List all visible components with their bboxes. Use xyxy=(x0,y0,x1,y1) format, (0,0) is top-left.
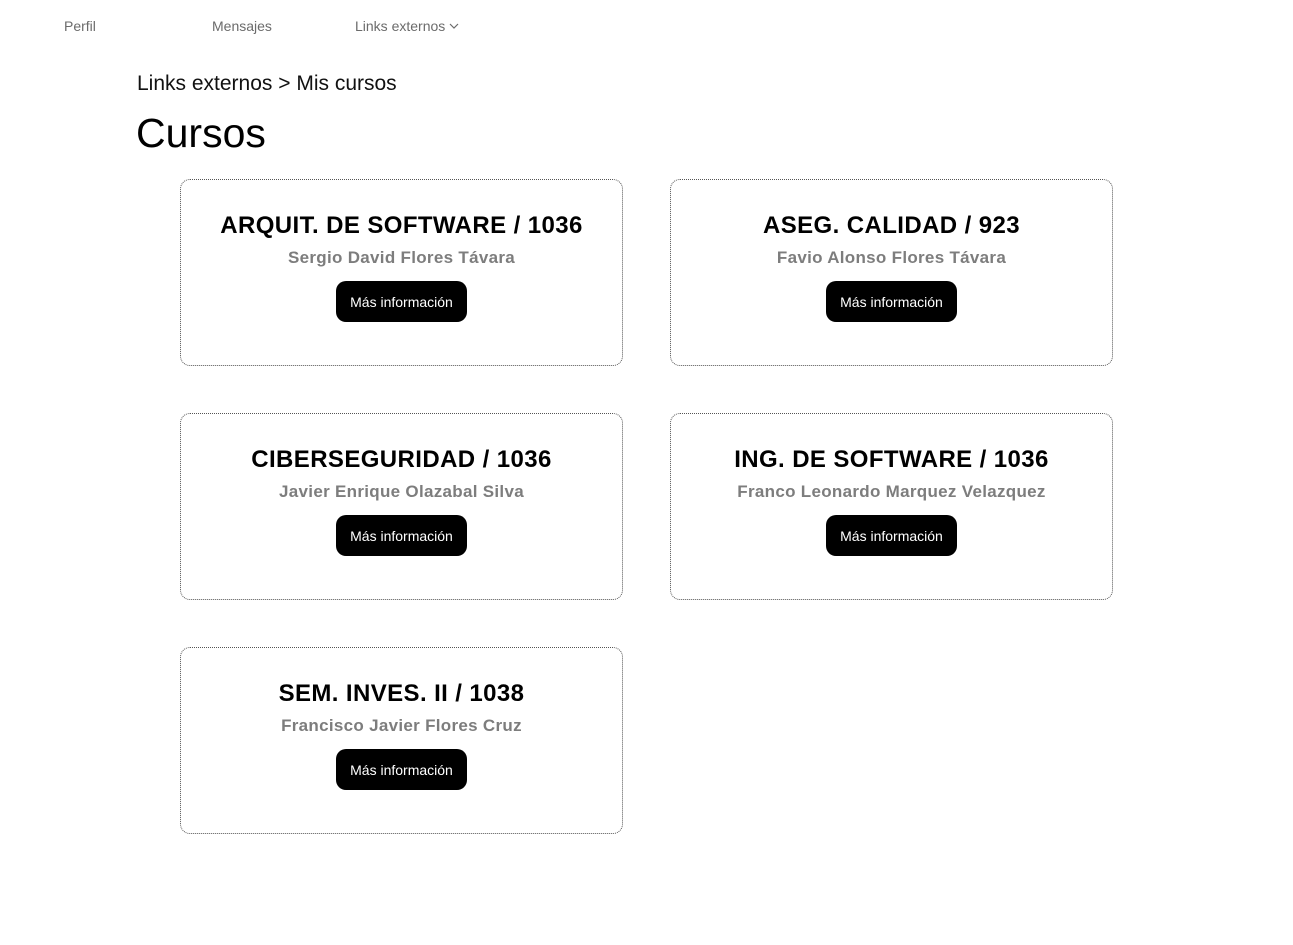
page-title: Cursos xyxy=(136,110,266,156)
course-card: SEM. INVES. II / 1038 Francisco Javier F… xyxy=(180,647,623,834)
breadcrumb: Links externos > Mis cursos xyxy=(137,72,397,95)
more-info-button[interactable]: Más información xyxy=(336,281,467,322)
more-info-button[interactable]: Más información xyxy=(336,749,467,790)
nav-mensajes-link[interactable]: Mensajes xyxy=(212,18,272,34)
course-title: ARQUIT. DE SOFTWARE / 1036 xyxy=(220,212,583,239)
course-title: ING. DE SOFTWARE / 1036 xyxy=(734,446,1049,473)
more-info-button[interactable]: Más información xyxy=(826,515,957,556)
course-card: ING. DE SOFTWARE / 1036 Franco Leonardo … xyxy=(670,413,1113,600)
course-card: ASEG. CALIDAD / 923 Favio Alonso Flores … xyxy=(670,179,1113,366)
course-title: SEM. INVES. II / 1038 xyxy=(278,680,525,707)
course-card: CIBERSEGURIDAD / 1036 Javier Enrique Ola… xyxy=(180,413,623,600)
course-card: ARQUIT. DE SOFTWARE / 1036 Sergio David … xyxy=(180,179,623,366)
courses-grid: ARQUIT. DE SOFTWARE / 1036 Sergio David … xyxy=(180,179,1113,834)
more-info-button[interactable]: Más información xyxy=(336,515,467,556)
course-teacher: Javier Enrique Olazabal Silva xyxy=(279,482,524,501)
more-info-button[interactable]: Más información xyxy=(826,281,957,322)
course-teacher: Sergio David Flores Távara xyxy=(288,248,515,267)
course-title: ASEG. CALIDAD / 923 xyxy=(763,212,1020,239)
nav-perfil-link[interactable]: Perfil xyxy=(64,18,96,34)
course-teacher: Favio Alonso Flores Távara xyxy=(776,248,1007,267)
top-nav: Perfil Mensajes Links externos xyxy=(0,0,1293,52)
nav-links-externos-dropdown[interactable]: Links externos xyxy=(355,18,459,34)
course-teacher: Francisco Javier Flores Cruz xyxy=(281,716,522,735)
course-teacher: Franco Leonardo Marquez Velazquez xyxy=(737,482,1046,501)
chevron-down-icon xyxy=(449,23,459,29)
nav-links-externos-label: Links externos xyxy=(355,18,446,34)
course-title: CIBERSEGURIDAD / 1036 xyxy=(251,446,552,473)
